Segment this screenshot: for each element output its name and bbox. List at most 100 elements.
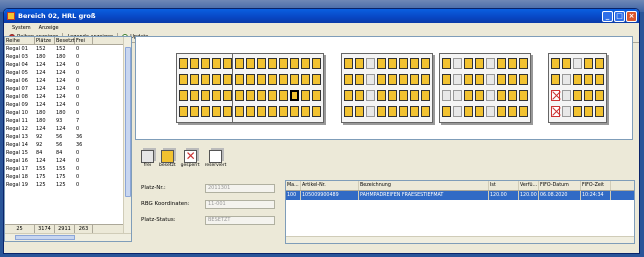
storage-slot[interactable] [212,90,221,101]
storage-slot[interactable] [399,74,408,85]
storage-slot[interactable] [179,106,188,117]
storage-slot[interactable] [551,74,560,85]
storage-slot[interactable] [223,58,232,69]
storage-slot[interactable] [388,58,397,69]
storage-slot[interactable] [246,58,255,69]
table-row[interactable]: Regal 03 180 180 0 [5,53,131,61]
storage-slot[interactable] [421,90,430,101]
storage-slot[interactable] [453,106,462,117]
storage-slot[interactable] [442,106,451,117]
storage-slot[interactable] [475,106,484,117]
storage-slot[interactable] [497,58,506,69]
table-row[interactable]: Regal 05 124 124 0 [5,69,131,77]
storage-slot[interactable] [290,106,299,117]
storage-slot[interactable] [573,58,582,69]
col-besetzt[interactable]: Besetzt [55,37,75,44]
table-row[interactable]: 100 105009900489 PAHMPADREIFEN FRAESESTI… [286,191,634,200]
storage-slot[interactable] [279,58,288,69]
storage-slot[interactable] [497,90,506,101]
menu-anzeige[interactable]: Anzeige [39,25,59,31]
storage-slot[interactable] [584,106,593,117]
storage-slot[interactable] [201,58,210,69]
storage-slot[interactable] [301,106,310,117]
storage-slot[interactable] [595,90,604,101]
rbg-field[interactable] [205,199,275,209]
storage-slot[interactable] [562,74,571,85]
storage-slot[interactable] [388,74,397,85]
table-row[interactable]: Regal 09 124 124 0 [5,101,131,109]
storage-slot[interactable] [388,90,397,101]
storage-slot[interactable] [190,106,199,117]
storage-slot[interactable] [355,58,364,69]
storage-slot[interactable] [519,90,528,101]
table-row[interactable]: Regal 15 84 84 0 [5,149,131,157]
storage-slot[interactable] [519,74,528,85]
storage-slot[interactable] [201,74,210,85]
col-bezeichnung[interactable]: Bezeichnung [359,181,489,190]
horizontal-scrollbar[interactable] [286,236,634,243]
storage-slot[interactable] [290,90,299,101]
storage-slot[interactable] [246,90,255,101]
storage-slot[interactable] [486,74,495,85]
scroll-thumb[interactable] [125,47,131,197]
storage-slot[interactable] [301,90,310,101]
storage-slot[interactable] [410,58,419,69]
storage-slot[interactable] [268,58,277,69]
storage-slot[interactable] [312,106,321,117]
horizontal-scrollbar[interactable] [5,233,131,241]
storage-slot[interactable] [179,58,188,69]
storage-slot[interactable] [235,58,244,69]
storage-slot[interactable] [573,74,582,85]
storage-slot[interactable] [497,106,506,117]
storage-slot[interactable] [268,90,277,101]
col-fifo-datum[interactable]: FIFO-Datum [539,181,581,190]
storage-slot[interactable] [312,74,321,85]
col-verfuegbar[interactable]: Verfü... [519,181,539,190]
storage-slot[interactable] [246,106,255,117]
storage-slot[interactable] [344,58,353,69]
storage-slot[interactable] [551,58,560,69]
storage-slot[interactable] [268,106,277,117]
storage-slot[interactable] [223,90,232,101]
storage-slot[interactable] [279,74,288,85]
storage-slot[interactable] [486,58,495,69]
storage-slot[interactable] [366,74,375,85]
storage-slot[interactable] [179,90,188,101]
storage-slot[interactable] [453,90,462,101]
status-field[interactable] [205,215,275,225]
scroll-thumb[interactable] [15,235,75,240]
storage-slot[interactable] [268,74,277,85]
storage-slot[interactable] [257,58,266,69]
storage-slot[interactable] [453,74,462,85]
table-row[interactable]: Regal 07 124 124 0 [5,85,131,93]
storage-slot[interactable] [595,74,604,85]
storage-slot[interactable] [410,106,419,117]
col-fifo-zeit[interactable]: FIFO-Zeit [581,181,611,190]
storage-slot[interactable] [508,90,517,101]
table-row[interactable]: Regal 13 92 56 36 [5,133,131,141]
storage-slot[interactable] [442,58,451,69]
storage-slot[interactable] [290,58,299,69]
storage-slot[interactable] [584,90,593,101]
storage-slot[interactable] [584,58,593,69]
table-row[interactable]: Regal 08 124 124 0 [5,93,131,101]
storage-slot[interactable] [201,106,210,117]
storage-slot[interactable] [344,106,353,117]
vertical-scrollbar[interactable] [123,37,131,233]
storage-slot[interactable] [377,90,386,101]
storage-slot[interactable] [366,90,375,101]
storage-slot[interactable] [475,90,484,101]
storage-slot[interactable] [497,74,506,85]
storage-slot[interactable] [399,58,408,69]
storage-slot[interactable] [595,58,604,69]
storage-slot[interactable] [235,74,244,85]
storage-slot[interactable] [573,106,582,117]
storage-slot[interactable] [235,106,244,117]
table-row[interactable]: Regal 01 152 152 0 [5,45,131,53]
storage-slot[interactable] [464,74,473,85]
storage-slot[interactable] [301,58,310,69]
storage-slot[interactable] [257,90,266,101]
storage-slot[interactable] [279,106,288,117]
storage-slot[interactable] [551,90,560,101]
storage-slot[interactable] [366,106,375,117]
